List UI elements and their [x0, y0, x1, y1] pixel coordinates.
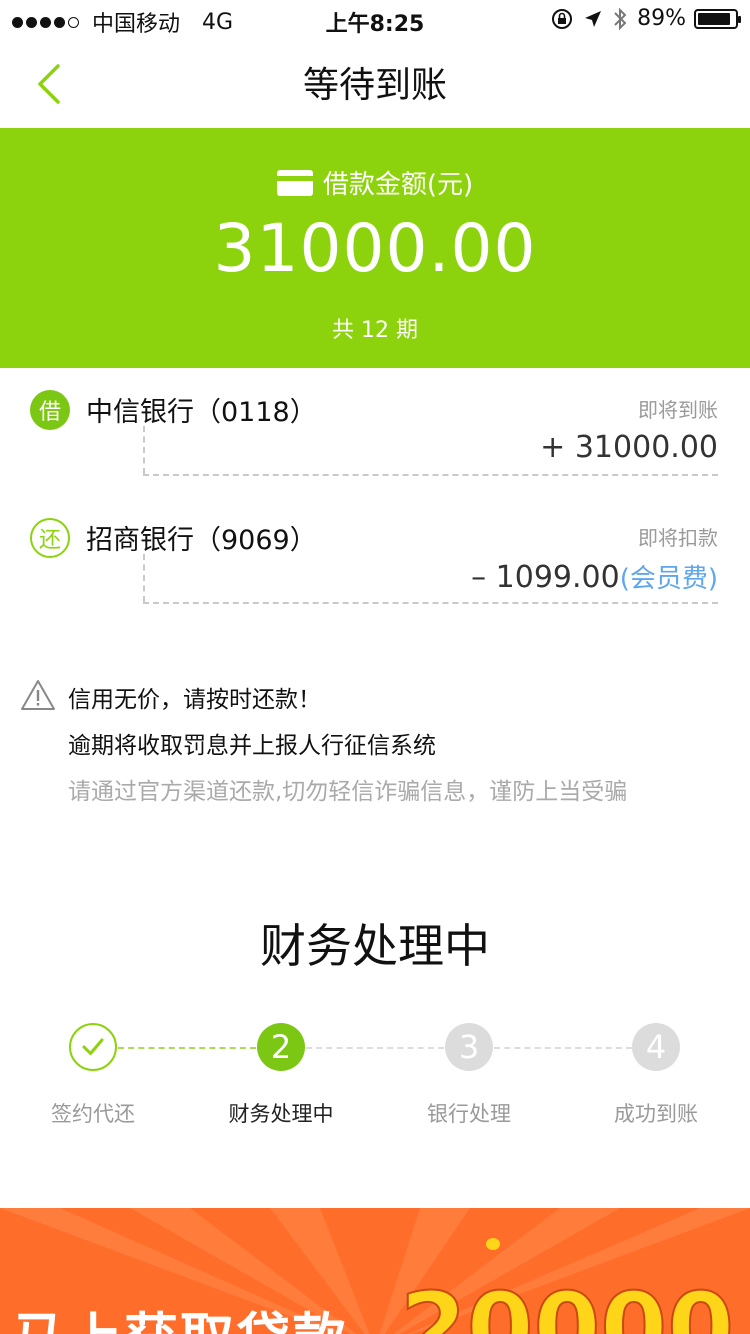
orientation-lock-icon — [551, 8, 573, 30]
step-connector — [494, 1047, 632, 1049]
borrow-badge-icon: 借 — [30, 390, 70, 430]
coin-icon — [486, 1238, 500, 1250]
location-arrow-icon — [583, 9, 603, 29]
loan-amount-label-row: 借款金额(元) — [0, 164, 750, 201]
deposit-amount-value: + 31000.00 — [540, 430, 718, 465]
membership-fee-link[interactable]: (会员费) — [620, 564, 718, 594]
deposit-bank-name: 中信银行（0118） — [86, 397, 317, 428]
repay-badge-icon: 还 — [30, 518, 70, 558]
step-2-label: 财务处理中 — [228, 1102, 334, 1126]
deposit-status: 即将到账 — [638, 398, 718, 422]
promo-banner[interactable]: 马上获取贷款 20000 — [0, 1208, 750, 1334]
step-2-marker: 2 — [257, 1023, 305, 1071]
debit-status: 即将扣款 — [638, 526, 718, 550]
warning-icon — [21, 680, 55, 710]
loan-summary: 借款金额(元) 31000.00 共 12 期 — [0, 128, 750, 368]
dashed-connector — [143, 426, 145, 474]
loan-amount: 31000.00 — [213, 210, 537, 287]
progress-steps: 2 3 4 签约代还 财务处理中 银行处理 成功到账 — [0, 1018, 750, 1138]
banner-amount: 20000 — [399, 1271, 735, 1334]
debit-amount-value: – 1099.00 — [471, 560, 620, 595]
account-row-deposit: 借 中信银行（0118） 即将到账 + 31000.00 — [0, 368, 750, 478]
battery-icon — [694, 8, 741, 29]
page-title: 等待到账 — [302, 65, 447, 106]
step-connector — [118, 1047, 256, 1049]
debit-bank-name: 招商银行（9069） — [86, 525, 317, 556]
dashed-divider — [143, 602, 718, 604]
step-3-marker: 3 — [445, 1023, 493, 1071]
deposit-amount: + 31000.00 — [540, 430, 718, 465]
banner-headline: 马上获取贷款 — [12, 1294, 348, 1334]
battery-percent: 89% — [637, 6, 686, 31]
warning-line-3: 请通过官方渠道还款,切勿轻信诈骗信息，谨防上当受骗 — [68, 779, 628, 805]
warning-line-1: 信用无价，请按时还款！ — [68, 687, 321, 713]
navigation-bar: 等待到账 — [0, 40, 750, 128]
warning-line-2: 逾期将收取罚息并上报人行征信系统 — [68, 733, 436, 759]
loan-amount-label: 借款金额(元) — [322, 170, 474, 200]
step-connector — [306, 1047, 444, 1049]
credit-warning: 信用无价，请按时还款！ 逾期将收取罚息并上报人行征信系统 请通过官方渠道还款,切… — [0, 672, 750, 812]
credit-card-icon — [276, 169, 313, 196]
step-3-label: 银行处理 — [427, 1102, 511, 1126]
step-4-label: 成功到账 — [614, 1102, 698, 1126]
step-1-label: 签约代还 — [51, 1102, 135, 1126]
dashed-connector — [143, 554, 145, 602]
status-bar: 中国移动 4G 上午8:25 89% — [0, 0, 750, 40]
process-title: 财务处理中 — [260, 919, 490, 973]
loan-periods: 共 12 期 — [332, 318, 418, 343]
account-row-debit: 还 招商银行（9069） 即将扣款 – 1099.00(会员费) — [0, 496, 750, 606]
dashed-divider — [143, 474, 718, 476]
debit-amount: – 1099.00(会员费) — [471, 558, 718, 595]
step-1-check-icon — [69, 1023, 117, 1071]
step-4-marker: 4 — [632, 1023, 680, 1071]
status-right: 89% — [551, 6, 741, 31]
bluetooth-icon — [613, 7, 627, 31]
